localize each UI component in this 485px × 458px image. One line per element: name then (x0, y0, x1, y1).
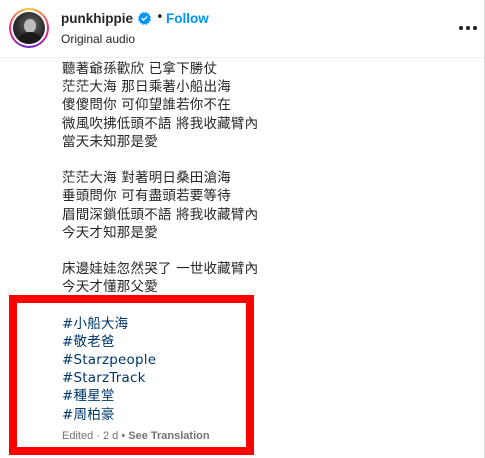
caption-line: 當天未知那是愛 (62, 133, 158, 150)
verified-badge-icon (138, 12, 151, 25)
post-panel: punkhippie • Follow Original audio 聽著爺孫歡… (0, 0, 485, 458)
header-separator: • (156, 10, 164, 25)
hashtag-link[interactable]: #周柏豪 (62, 407, 115, 423)
avatar[interactable] (9, 8, 49, 48)
hashtag-link[interactable]: #StarzTrack (62, 370, 146, 386)
hashtag-link[interactable]: #種星堂 (62, 388, 115, 404)
caption-line: 床邊娃娃忽然哭了 一世收藏臂內 (62, 261, 259, 278)
caption-line: 微風吹拂低頭不語 將我收藏臂內 (62, 115, 259, 132)
hashtag-link[interactable]: #Starzpeople (62, 352, 156, 368)
post-caption: 聽著爺孫歡欣 已拿下勝仗 茫茫大海 那日乘著小船出海 傻傻問你 可仰望誰若你不在… (62, 60, 462, 424)
caption-line: 今天才知那是愛 (62, 224, 158, 241)
meta-separator: • (121, 430, 126, 442)
caption-line: 聽著爺孫歡欣 已拿下勝仗 (62, 61, 218, 77)
caption-line: 茫茫大海 那日乘著小船出海 (62, 79, 231, 96)
follow-button[interactable]: Follow (166, 11, 209, 26)
more-options-icon[interactable] (457, 20, 479, 36)
audio-link[interactable]: Original audio (61, 32, 135, 46)
post-header: punkhippie • Follow Original audio (0, 0, 484, 58)
avatar-photo (13, 12, 45, 44)
caption-line: 今天才懂那父愛 (62, 279, 158, 296)
edited-timestamp: Edited · 2 d (62, 430, 119, 442)
hashtag-link[interactable]: #小船大海 (62, 316, 128, 332)
caption-line: 垂頭問你 可有盡頭若要等待 (62, 188, 231, 205)
caption-line: 眉間深鎖低頭不語 將我收藏臂內 (62, 206, 259, 223)
hashtag-link[interactable]: #敬老爸 (62, 334, 115, 350)
post-meta: Edited · 2 d • See Translation (62, 430, 210, 442)
caption-line: 茫茫大海 對著明日桑田滄海 (62, 170, 231, 187)
username-link[interactable]: punkhippie (61, 11, 133, 26)
see-translation-link[interactable]: See Translation (128, 430, 209, 442)
caption-line: 傻傻問你 可仰望誰若你不在 (62, 97, 231, 114)
